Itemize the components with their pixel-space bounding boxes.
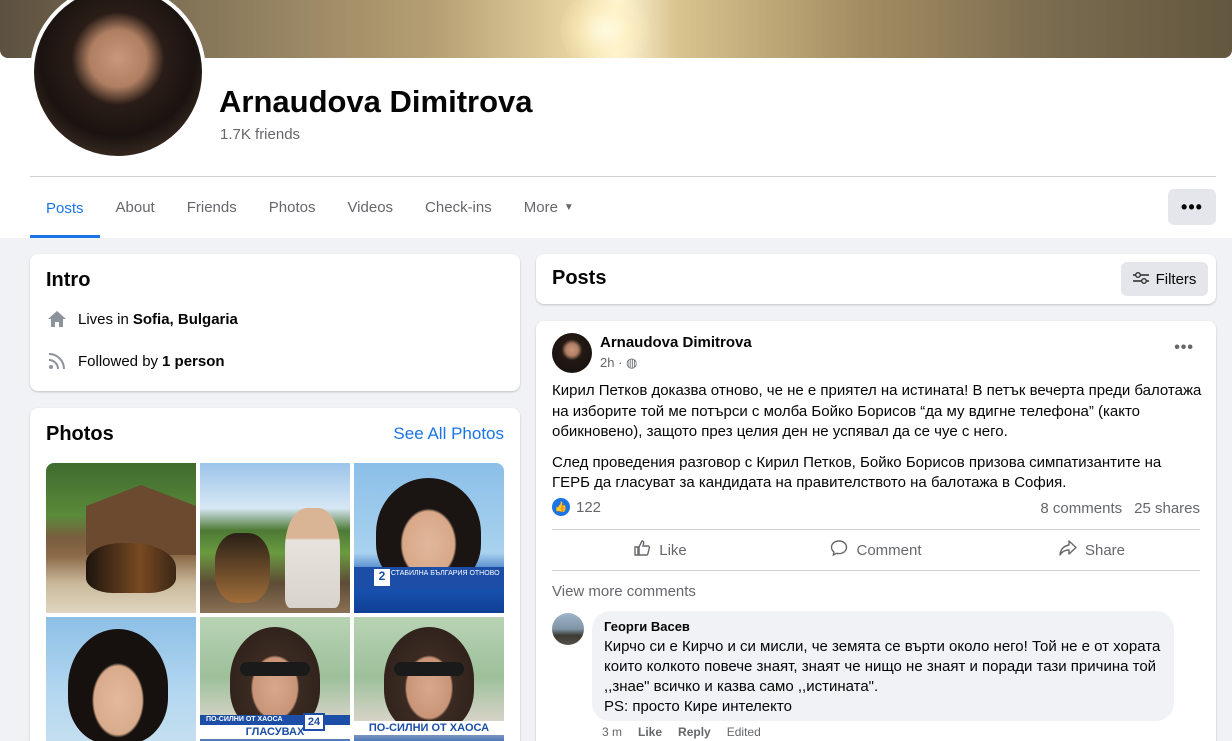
lives-in-prefix: Lives in (78, 310, 129, 328)
more-options-button[interactable]: ••• (1168, 189, 1216, 225)
photo-thumbnail[interactable]: ЗА СТАБИЛНА БЪЛГАРИЯ ОТНОВО 2 (354, 463, 504, 613)
photo-badge: 24 (303, 713, 325, 731)
post-author-avatar[interactable] (552, 333, 592, 373)
post-timestamp[interactable]: 2h · ◍ (600, 355, 637, 371)
tab-more-label: More (523, 198, 558, 216)
thumbs-up-icon (633, 539, 651, 562)
comment-bubble: Георги Васев Кирчо си е Кирчо и си мисли… (592, 611, 1174, 721)
filters-label: Filters (1155, 270, 1197, 288)
photo-thumbnail[interactable] (46, 463, 196, 613)
comment-button[interactable]: Comment (768, 531, 984, 569)
photo-band-bottom: ГЛАСУВАХ (200, 725, 350, 739)
dog-shape (86, 543, 176, 593)
like-button[interactable]: Like (552, 531, 768, 569)
followed-by-count[interactable]: 1 person (162, 353, 225, 370)
profile-picture[interactable] (30, 0, 206, 160)
tab-videos[interactable]: Videos (331, 178, 409, 236)
post-card: Arnaudova Dimitrova 2h · ◍ ••• Кирил Пет… (536, 321, 1216, 741)
tab-photos[interactable]: Photos (253, 178, 332, 236)
photo-thumbnail[interactable]: ПО-СИЛНИ ОТ ХАОСА (354, 617, 504, 741)
followed-by-prefix: Followed by (78, 352, 159, 370)
photo-band-top: ПО-СИЛНИ ОТ ХАОСА (200, 715, 350, 725)
reactions-summary[interactable]: 👍 122 (552, 498, 601, 516)
profile-tabs: Posts About Friends Photos Videos Check-… (30, 178, 590, 238)
tab-friends[interactable]: Friends (171, 178, 253, 236)
profile-name: Arnaudova Dimitrova (219, 84, 533, 119)
like-label: Like (659, 541, 687, 559)
portrait-shape (68, 629, 168, 741)
header-divider (30, 176, 1216, 177)
intro-followed-by: Followed by 1 person (46, 351, 225, 371)
posts-header-card: Posts Filters (536, 254, 1216, 304)
engagement-counts: 8 comments 25 shares (1040, 500, 1200, 517)
like-reaction-icon: 👍 (552, 498, 570, 516)
tab-more[interactable]: More ▼ (508, 178, 590, 236)
lives-in-place[interactable]: Sofia, Bulgaria (133, 311, 238, 328)
caret-down-icon: ▼ (563, 201, 574, 213)
sunglasses-shape (240, 662, 310, 676)
post-actions: Like Comment Share (552, 531, 1200, 569)
intro-card: Intro Lives in Sofia, Bulgaria Followed … (30, 254, 520, 391)
share-icon (1059, 539, 1077, 562)
comment-meta: 3 m Like Reply Edited (602, 725, 777, 739)
friends-count[interactable]: 1.7K friends (220, 126, 300, 143)
home-icon (46, 309, 68, 329)
person-shape (285, 508, 340, 608)
intro-title: Intro (46, 269, 91, 291)
comment-like-link[interactable]: Like (638, 725, 662, 739)
comments-count[interactable]: 8 comments (1040, 500, 1122, 517)
comment-time[interactable]: 3 m (602, 725, 622, 739)
commenter-name[interactable]: Георги Васев (604, 619, 1162, 634)
portrait-shape (384, 627, 474, 732)
sunglasses-shape (394, 662, 464, 676)
comment-icon (830, 539, 848, 562)
share-button[interactable]: Share (984, 531, 1200, 569)
photo-band-bottom: ПО-СИЛНИ ОТ ХАОСА (354, 721, 504, 735)
photo-thumbnail[interactable] (200, 463, 350, 613)
profile-face (34, 0, 202, 156)
photos-title: Photos (46, 423, 114, 445)
profile-header: Arnaudova Dimitrova 1.7K friends Posts A… (0, 0, 1232, 238)
photo-thumbnail[interactable]: ПО-СИЛНИ ОТ ХАОСА ГЛАСУВАХ 24 (200, 617, 350, 741)
view-more-comments-link[interactable]: View more comments (552, 583, 696, 600)
comment-reply-link[interactable]: Reply (678, 725, 711, 739)
post-paragraph: След проведения разговор с Кирил Петков,… (552, 453, 1162, 492)
comment-text: Кирчо си е Кирчо и си мисли, че земята с… (604, 638, 1161, 695)
post-body: Кирил Петков доказва отново, че не е при… (552, 381, 1202, 504)
intro-lives-in: Lives in Sofia, Bulgaria (46, 309, 238, 329)
share-label: Share (1084, 541, 1126, 559)
reaction-count: 122 (576, 498, 602, 516)
post-paragraph: Кирил Петков доказва отново, че не е при… (552, 382, 1202, 440)
divider (552, 529, 1200, 530)
divider (552, 570, 1200, 571)
post-author-name[interactable]: Arnaudova Dimitrova (600, 334, 752, 351)
photos-card: Photos See All Photos ЗА СТАБИЛНА БЪЛГАР… (30, 408, 520, 741)
filter-icon (1132, 271, 1149, 288)
tab-about[interactable]: About (100, 178, 171, 236)
tv-number: 2 (374, 569, 390, 586)
photo-thumbnail[interactable] (46, 617, 196, 741)
commenter-avatar[interactable] (552, 613, 584, 645)
shares-count[interactable]: 25 shares (1134, 500, 1200, 517)
comment-text-ps: PS: просто Кире интелекто (604, 698, 792, 715)
cover-glare (560, 0, 650, 58)
posts-title: Posts (552, 267, 607, 289)
photo-grid: ЗА СТАБИЛНА БЪЛГАРИЯ ОТНОВО 2 ПО-СИЛНИ О… (46, 463, 504, 741)
tab-posts[interactable]: Posts (30, 178, 100, 238)
comment-edited-label: Edited (726, 725, 761, 739)
comment-label: Comment (856, 541, 922, 559)
post-options-icon[interactable]: ••• (1174, 339, 1194, 357)
tab-check-ins[interactable]: Check-ins (409, 178, 508, 236)
filters-button[interactable]: Filters (1121, 262, 1208, 296)
see-all-photos-link[interactable]: See All Photos (393, 424, 504, 444)
dog-shape (215, 533, 270, 603)
rss-icon (46, 351, 68, 371)
